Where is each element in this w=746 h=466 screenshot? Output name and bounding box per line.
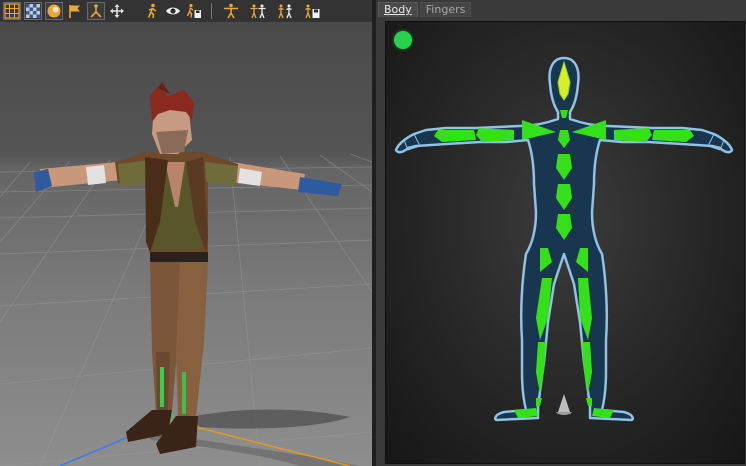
grid-icon bbox=[4, 3, 20, 19]
character-model[interactable] bbox=[34, 82, 342, 454]
flag-button[interactable] bbox=[66, 2, 84, 20]
tpose-pair-icon bbox=[250, 4, 266, 19]
toolbar-separator bbox=[211, 3, 212, 19]
body-silhouette bbox=[394, 56, 734, 422]
bone-markers bbox=[403, 60, 725, 418]
3d-viewport[interactable] bbox=[0, 22, 372, 466]
checker-toggle-button[interactable] bbox=[24, 2, 42, 20]
move-button[interactable] bbox=[108, 2, 126, 20]
humanoid-mapper-panel: Body Fingers bbox=[376, 0, 746, 466]
tab-body[interactable]: Body bbox=[378, 2, 418, 17]
tpose-button[interactable] bbox=[222, 2, 240, 20]
character-shadow bbox=[190, 409, 350, 429]
mapper-tabs: Body Fingers bbox=[376, 0, 746, 17]
pair-save-icon bbox=[305, 4, 320, 19]
walk-icon bbox=[147, 3, 157, 19]
walk-mode-button[interactable] bbox=[143, 2, 161, 20]
viewport-toolbar bbox=[0, 0, 372, 23]
pair-button[interactable] bbox=[276, 2, 294, 20]
view-button[interactable] bbox=[164, 2, 182, 20]
flag-icon bbox=[69, 5, 80, 18]
root-bone-base bbox=[556, 412, 572, 415]
pair-save-button[interactable] bbox=[303, 2, 321, 20]
viewport-scene bbox=[0, 82, 372, 466]
eye-icon bbox=[166, 7, 180, 15]
tpose-pair-button[interactable] bbox=[249, 2, 267, 20]
grid-toggle-button[interactable] bbox=[3, 2, 21, 20]
move-icon bbox=[110, 4, 124, 18]
body-mapper-canvas[interactable] bbox=[385, 21, 745, 464]
save-animation-button[interactable] bbox=[185, 2, 203, 20]
run-save-icon bbox=[186, 3, 201, 18]
tpose-icon bbox=[224, 3, 238, 19]
root-bone-marker bbox=[558, 394, 570, 412]
tab-fingers[interactable]: Fingers bbox=[419, 2, 472, 17]
sphere-icon bbox=[47, 4, 61, 18]
skeleton-axis-button[interactable] bbox=[87, 2, 105, 20]
skeleton-axis-icon bbox=[90, 4, 102, 18]
pair-icon bbox=[278, 4, 292, 19]
shading-toggle-button[interactable] bbox=[45, 2, 63, 20]
checker-icon bbox=[26, 4, 40, 18]
